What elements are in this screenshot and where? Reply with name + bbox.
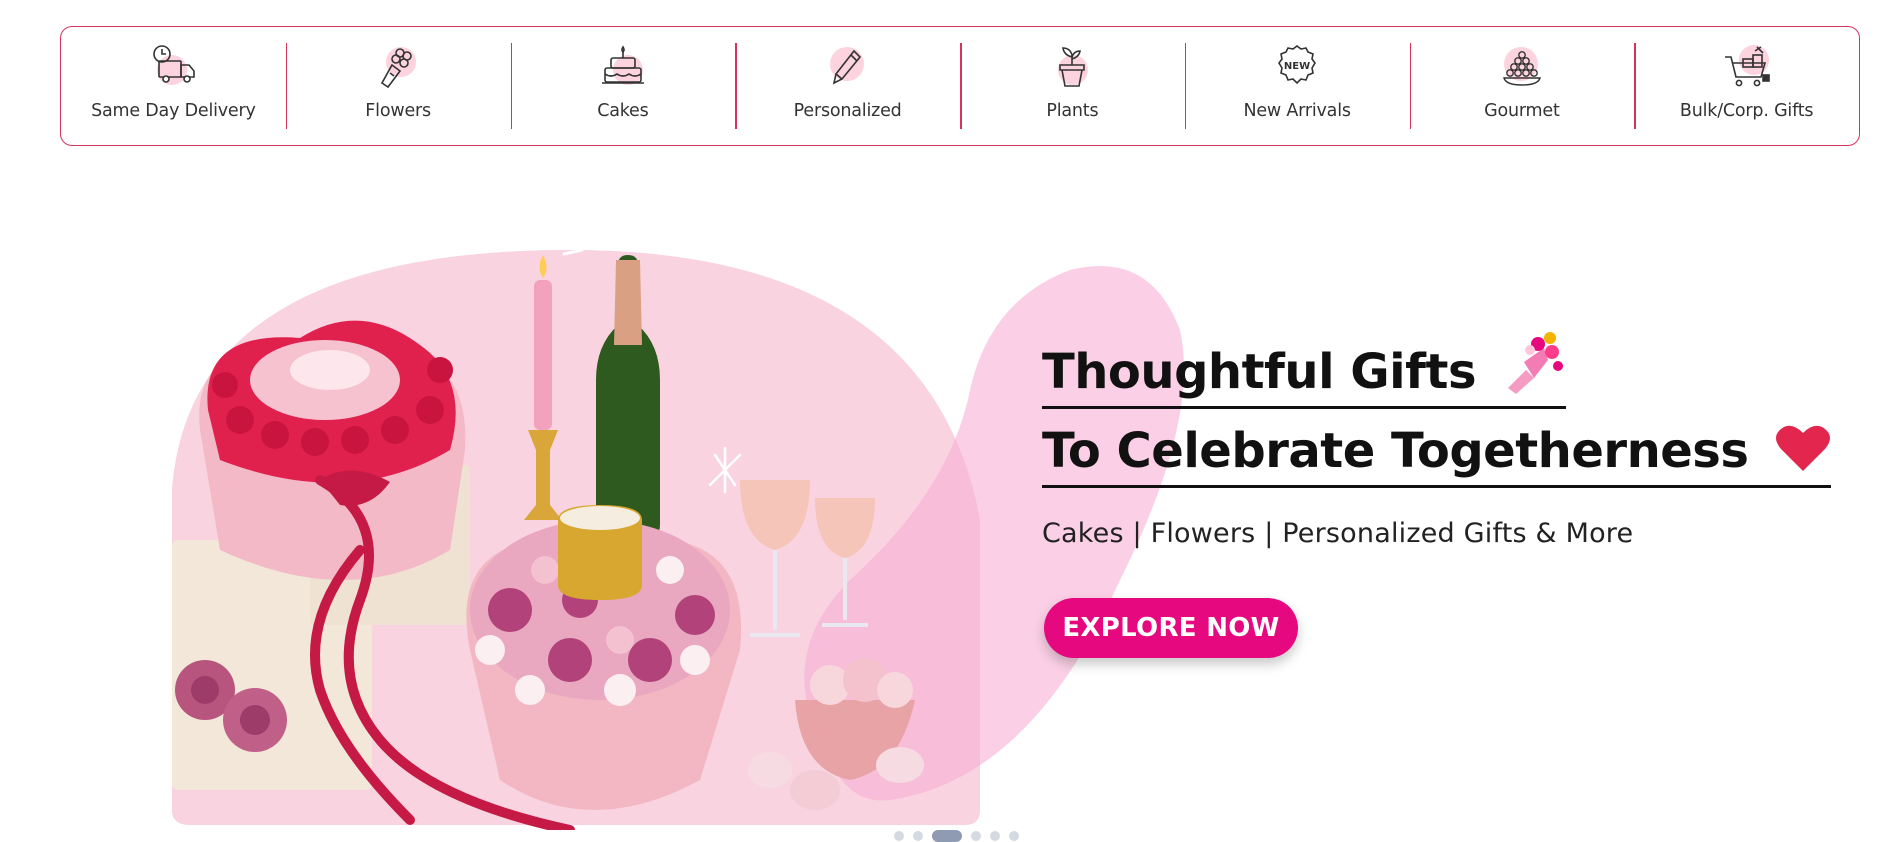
bouquet-icon	[370, 43, 426, 91]
delivery-truck-icon	[145, 43, 201, 91]
category-flowers[interactable]: Flowers	[285, 27, 511, 145]
category-bulk-corporate-gifts[interactable]: Bulk/Corp. Gifts	[1634, 27, 1859, 145]
hero-title-text: To Celebrate Togetherness	[1042, 423, 1749, 479]
hero-title-text: Thoughtful Gifts	[1042, 344, 1477, 400]
category-label: Personalized	[793, 101, 902, 121]
hero-title-line1: Thoughtful Gifts	[1042, 330, 1567, 409]
category-new-arrivals[interactable]: NEW New Arrivals	[1184, 27, 1410, 145]
hero-image	[172, 220, 1184, 830]
hero-subtitle: Cakes | Flowers | Personalized Gifts & M…	[1042, 518, 1634, 549]
hero-text-block: Thoughtful Gifts To Celebrate Togetherne…	[1042, 330, 1862, 658]
potted-plant-icon	[1044, 43, 1100, 91]
category-gourmet[interactable]: Gourmet	[1409, 27, 1635, 145]
category-cakes[interactable]: Cakes	[510, 27, 736, 145]
category-label: Cakes	[597, 101, 649, 121]
carousel-dot[interactable]	[932, 830, 962, 842]
hero-banner[interactable]: Thoughtful Gifts To Celebrate Togetherne…	[0, 190, 1901, 840]
category-label: Same Day Delivery	[91, 101, 256, 121]
cake-icon	[595, 43, 651, 91]
new-badge-text: NEW	[1284, 61, 1310, 72]
category-same-day-delivery[interactable]: Same Day Delivery	[61, 27, 286, 145]
category-label: Gourmet	[1484, 101, 1560, 121]
category-label: New Arrivals	[1243, 101, 1351, 121]
pencil-icon	[820, 43, 876, 91]
bouquet-emoji-icon	[1508, 332, 1564, 394]
category-label: Bulk/Corp. Gifts	[1679, 101, 1814, 121]
category-plants[interactable]: Plants	[960, 27, 1185, 145]
carousel-dots	[894, 830, 1019, 842]
sweets-bowl-icon	[1494, 43, 1550, 91]
explore-now-button[interactable]: EXPLORE NOW	[1044, 598, 1298, 658]
hero-title-line2: To Celebrate Togetherness	[1042, 419, 1831, 488]
new-badge-icon: NEW	[1269, 43, 1325, 91]
cart-gift-icon	[1719, 43, 1775, 91]
category-label: Flowers	[365, 101, 431, 121]
category-label: Plants	[1046, 101, 1099, 121]
category-nav: Same Day Delivery Flowers Cakes Personal…	[60, 26, 1860, 146]
heart-icon	[1775, 425, 1830, 471]
category-personalized[interactable]: Personalized	[735, 27, 960, 145]
